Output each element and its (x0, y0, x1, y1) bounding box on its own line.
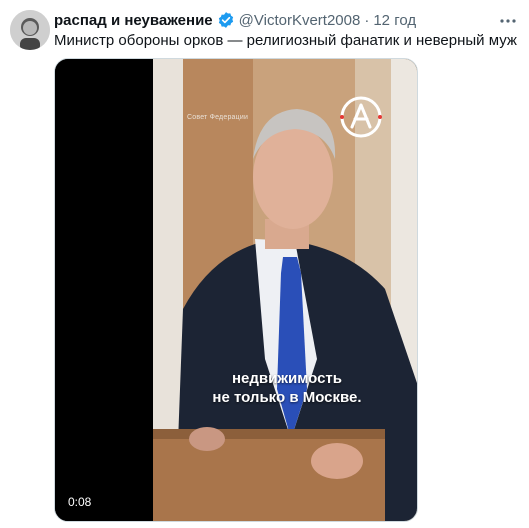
tweet-card[interactable]: распад и неуважение @VictorKvert2008 · 1… (0, 0, 529, 528)
channel-logo-icon (339, 95, 383, 139)
tweet-header: распад и неуважение @VictorKvert2008 · 1… (54, 9, 499, 31)
user-handle[interactable]: @VictorKvert2008 (239, 12, 361, 29)
source-label: Совет Федерации (187, 114, 249, 121)
video-caption: недвижимость не только в Москве. (157, 369, 417, 407)
caption-line-2: не только в Москве. (212, 389, 362, 406)
user-avatar[interactable] (10, 10, 50, 50)
more-options-icon[interactable] (499, 12, 517, 30)
tweet-text: Министр обороны орков — религиозный фана… (54, 32, 517, 49)
video-player[interactable]: Совет Федерации недвижимость не только в… (54, 58, 418, 522)
caption-line-1: недвижимость (232, 370, 342, 387)
video-timestamp: 0:08 (63, 493, 97, 511)
display-name[interactable]: распад и неуважение (54, 12, 213, 29)
separator-dot: · (364, 11, 370, 29)
tweet-time[interactable]: 12 год (373, 12, 416, 29)
verified-badge-icon (217, 11, 235, 29)
